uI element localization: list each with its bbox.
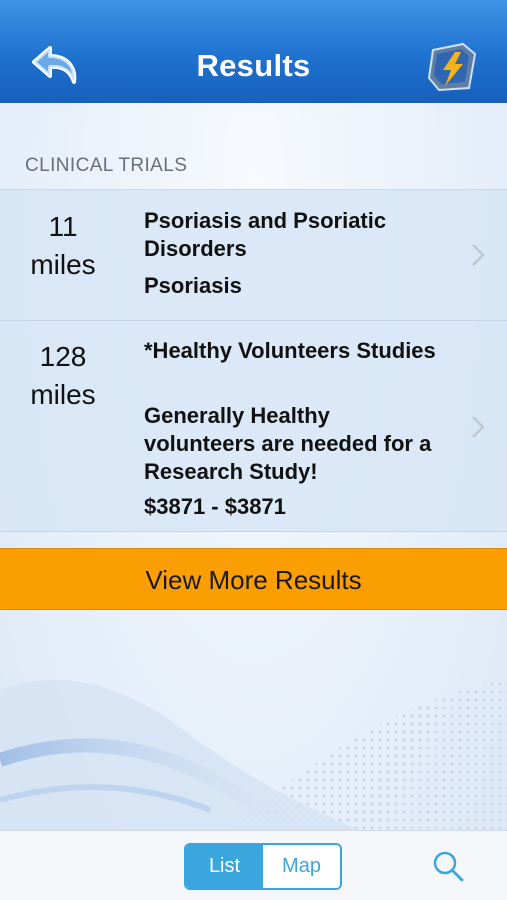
results-list: 11 miles Psoriasis and Psoriatic Disorde… [0,189,507,532]
app-logo-button[interactable] [425,40,481,94]
search-button[interactable] [431,849,467,885]
list-item[interactable]: 128 miles *Healthy Volunteers Studies Ge… [0,321,507,532]
list-segment[interactable]: List [186,845,263,888]
distance-number: 128 [39,341,87,372]
view-mode-segmented-control: List Map [184,843,342,890]
list-item[interactable]: 11 miles Psoriasis and Psoriatic Disorde… [0,190,507,321]
distance-number: 11 [48,211,78,242]
navigation-bar: Results [0,0,507,103]
chevron-right-icon [472,244,485,266]
app-logo-icon [427,42,477,92]
distance-unit: miles [30,379,96,410]
section-header: CLINICAL TRIALS [25,155,188,176]
distance-unit: miles [30,249,96,280]
trial-compensation: $3871 - $3871 [144,494,286,519]
view-more-results-button[interactable]: View More Results [0,548,507,610]
trial-subtitle: Generally Healthy volunteers are needed … [144,403,432,484]
trial-subtitle: Psoriasis [144,273,242,298]
bottom-toolbar: List Map [0,830,507,900]
search-icon [433,851,464,882]
chevron-right-icon [472,416,485,438]
trial-title: Psoriasis and Psoriatic Disorders [144,208,387,261]
trial-title: *Healthy Volunteers Studies [144,338,436,363]
map-segment[interactable]: Map [263,845,340,888]
